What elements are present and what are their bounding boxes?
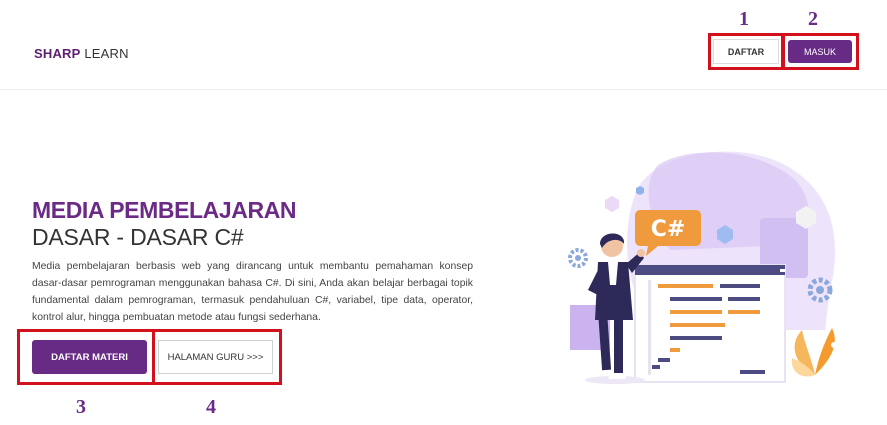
hexagon-decor-1: [605, 196, 619, 212]
highlight-box-login: [781, 33, 859, 70]
annotation-number-2: 2: [808, 8, 818, 30]
hero-illustration: C#: [568, 151, 841, 384]
hero-title-line1: MEDIA PEMBELAJARAN: [32, 197, 297, 223]
highlight-box-register: [708, 33, 785, 70]
hero-title-line2: DASAR - DASAR C#: [32, 224, 244, 250]
svg-text:C#: C#: [651, 217, 686, 242]
code-window: [634, 264, 786, 383]
brand-part-sharp: SHARP: [34, 46, 81, 61]
gear-icon-left: [568, 248, 588, 268]
brand-part-learn: LEARN: [84, 46, 129, 61]
annotation-number-3: 3: [76, 396, 86, 418]
highlight-box-material-list: [17, 329, 155, 385]
hero-description: Media pembelajaran berbasis web yang dir…: [32, 261, 473, 323]
highlight-box-teacher-page: [152, 329, 282, 385]
annotation-number-1: 1: [739, 8, 749, 30]
brand-logo[interactable]: SHARP LEARN: [34, 46, 129, 61]
decor-leaves: [791, 328, 841, 377]
annotation-number-4: 4: [206, 396, 216, 418]
